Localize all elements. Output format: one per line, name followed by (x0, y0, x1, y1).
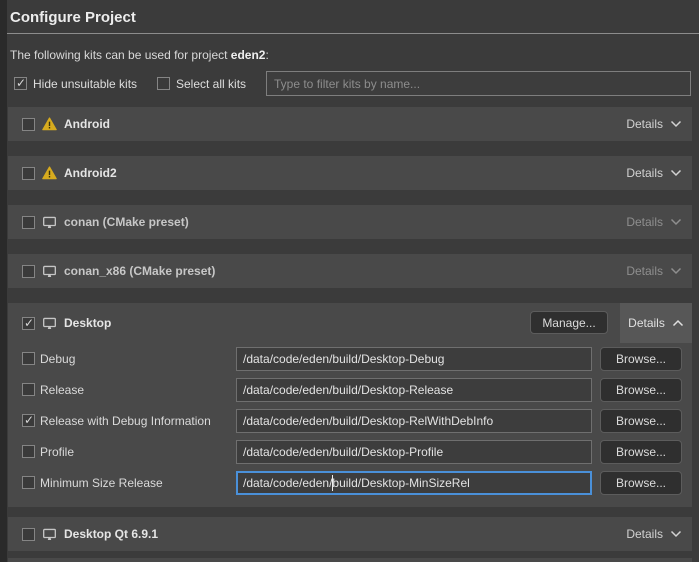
browse-button[interactable]: Browse... (600, 378, 682, 402)
details-label: Details (628, 316, 665, 330)
desktop-icon (42, 527, 57, 542)
build-dir-input[interactable] (236, 378, 592, 402)
kit-name: conan_x86 (CMake preset) (64, 264, 215, 278)
kit-name: Android (64, 117, 110, 131)
config-label: Profile (40, 445, 228, 459)
desktop-kit-header: Desktop Manage... Details (8, 303, 692, 343)
select-all-checkbox[interactable] (157, 77, 170, 90)
hide-unsuitable-label: Hide unsuitable kits (33, 77, 137, 91)
config-row-minsizerel: Minimum Size Release Browse... (8, 467, 692, 498)
build-dir-input[interactable] (236, 409, 592, 433)
config-checkbox[interactable] (22, 476, 35, 489)
details-toggle: Details (626, 264, 682, 278)
kits-intro-suffix: : (265, 48, 268, 62)
config-label: Release with Debug Information (40, 414, 228, 428)
hide-unsuitable-checkbox[interactable] (14, 77, 27, 90)
kit-row-android: Android Details (8, 107, 692, 141)
details-label: Details (626, 264, 663, 278)
select-all-label: Select all kits (176, 77, 246, 91)
kit-row-conan: conan (CMake preset) Details (8, 205, 692, 239)
config-row-debug: Debug Browse... (8, 343, 692, 374)
browse-button[interactable]: Browse... (600, 347, 682, 371)
text-caret (332, 475, 333, 491)
details-label: Details (626, 117, 663, 131)
config-checkbox[interactable] (22, 352, 35, 365)
config-row-relwithdebinfo: Release with Debug Information Browse... (8, 405, 692, 436)
details-label: Details (626, 166, 663, 180)
config-label: Debug (40, 352, 228, 366)
title-separator (7, 33, 699, 34)
window-left-edge (0, 0, 7, 562)
kit-row-android2: Android2 Details (8, 156, 692, 190)
config-label: Release (40, 383, 228, 397)
details-toggle[interactable]: Details (626, 117, 682, 131)
warning-icon (42, 117, 57, 131)
browse-button[interactable]: Browse... (600, 440, 682, 464)
details-toggle: Details (626, 215, 682, 229)
config-row-profile: Profile Browse... (8, 436, 692, 467)
browse-button[interactable]: Browse... (600, 471, 682, 495)
partial-next-row (8, 558, 692, 562)
kit-name: conan (CMake preset) (64, 215, 189, 229)
config-checkbox[interactable] (22, 414, 35, 427)
details-toggle[interactable]: Details (620, 303, 692, 343)
desktop-icon (42, 215, 57, 230)
kit-checkbox[interactable] (22, 265, 35, 278)
page-title: Configure Project (10, 9, 136, 26)
kits-intro: The following kits can be used for proje… (10, 48, 269, 62)
kit-filter-input[interactable] (266, 71, 691, 96)
config-checkbox[interactable] (22, 383, 35, 396)
kit-name: Desktop Qt 6.9.1 (64, 527, 158, 541)
warning-icon (42, 166, 57, 180)
kit-name: Android2 (64, 166, 117, 180)
desktop-icon (42, 316, 57, 331)
kit-checkbox[interactable] (22, 216, 35, 229)
details-label: Details (626, 215, 663, 229)
kit-name: Desktop (64, 316, 111, 330)
kit-checkbox[interactable] (22, 528, 35, 541)
kit-checkbox[interactable] (22, 118, 35, 131)
manage-button[interactable]: Manage... (530, 311, 608, 334)
kit-row-conan-x86: conan_x86 (CMake preset) Details (8, 254, 692, 288)
chevron-down-icon (670, 169, 682, 177)
config-label: Minimum Size Release (40, 476, 228, 490)
project-name: eden2 (231, 48, 266, 62)
chevron-down-icon (670, 120, 682, 128)
config-checkbox[interactable] (22, 445, 35, 458)
build-dir-input[interactable] (236, 347, 592, 371)
desktop-icon (42, 264, 57, 279)
chevron-down-icon (670, 218, 682, 226)
details-toggle[interactable]: Details (626, 527, 682, 541)
kit-row-desktop: Desktop Manage... Details Debug Browse..… (8, 303, 692, 507)
kit-checkbox[interactable] (22, 167, 35, 180)
build-dir-input[interactable] (236, 440, 592, 464)
build-dir-input[interactable] (236, 471, 592, 495)
config-row-release: Release Browse... (8, 374, 692, 405)
kits-intro-prefix: The following kits can be used for proje… (10, 48, 231, 62)
details-label: Details (626, 527, 663, 541)
chevron-down-icon (670, 267, 682, 275)
kit-checkbox[interactable] (22, 317, 35, 330)
browse-button[interactable]: Browse... (600, 409, 682, 433)
details-toggle[interactable]: Details (626, 166, 682, 180)
chevron-down-icon (670, 530, 682, 538)
kit-row-desktop-qt: Desktop Qt 6.9.1 Details (8, 517, 692, 551)
chevron-up-icon (672, 319, 684, 327)
